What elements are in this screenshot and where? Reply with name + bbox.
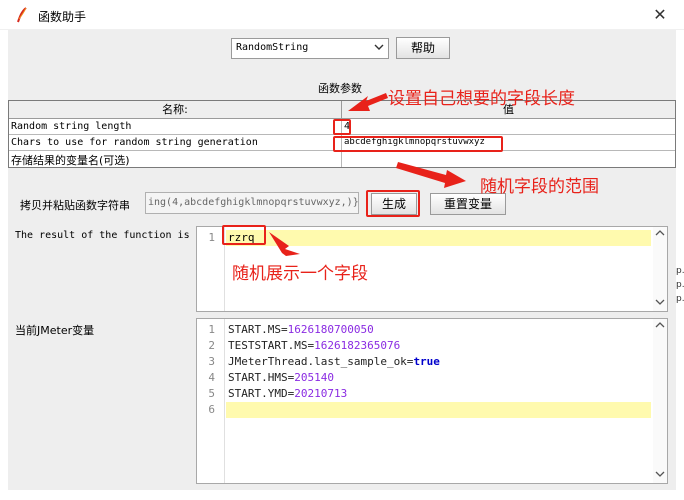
- line-number: 2: [208, 339, 215, 352]
- annotation-result: 随机展示一个字段: [232, 264, 368, 284]
- close-button[interactable]: ✕: [648, 4, 672, 26]
- chevron-up-icon[interactable]: [653, 321, 667, 332]
- code-line[interactable]: TESTSTART.MS=1626182365076: [228, 339, 400, 352]
- current-line-highlight: [226, 402, 651, 418]
- code-line[interactable]: START.MS=1626180700050: [228, 323, 374, 336]
- var-value: 20210713: [294, 387, 348, 400]
- function-string-label: 拷贝并粘贴函数字符串: [20, 199, 130, 212]
- var-value: 1626180700050: [287, 323, 374, 336]
- param-name: 存储结果的变量名(可选): [11, 154, 130, 167]
- right-edge: [676, 30, 684, 500]
- title-bar: 函数助手 ✕: [0, 0, 684, 30]
- result-highlight-box: [222, 225, 266, 245]
- range-highlight-box: [333, 136, 503, 152]
- line-number: 4: [208, 371, 215, 384]
- result-label: The result of the function is: [15, 230, 190, 241]
- window-title: 函数助手: [38, 10, 87, 24]
- feather-icon: [17, 7, 27, 23]
- params-section-label: 函数参数: [318, 82, 362, 95]
- param-name: Random string length: [11, 121, 132, 132]
- line-number: 3: [208, 355, 215, 368]
- chevron-down-icon[interactable]: [653, 298, 667, 309]
- chevron-down-icon[interactable]: [653, 470, 667, 481]
- code-line[interactable]: START.HMS=205140: [228, 371, 334, 384]
- chevron-down-icon: [374, 42, 384, 55]
- function-select[interactable]: RandomString: [231, 38, 389, 59]
- line-number: 1: [208, 231, 215, 244]
- length-highlight-box: [333, 119, 351, 135]
- var-value: true: [413, 355, 440, 368]
- clipped-text: p.: [676, 266, 684, 276]
- clipped-text: p.: [676, 294, 684, 304]
- code-line[interactable]: START.YMD=20210713: [228, 387, 347, 400]
- code-line[interactable]: JMeterThread.last_sample_ok=true: [228, 355, 440, 368]
- function-helper-window: 函数助手 ✕ p. p. p. RandomString 帮助 函数参数 名称:…: [0, 0, 684, 500]
- function-string-field[interactable]: ing(4,abcdefghigklmnopqrstuvwxyz,)}: [145, 192, 359, 214]
- var-key: START.YMD=: [228, 387, 295, 400]
- col-header-name[interactable]: 名称:: [9, 101, 342, 119]
- annotation-range: 随机字段的范围: [480, 177, 599, 197]
- var-value: 1626182365076: [314, 339, 401, 352]
- annotation-length: 设置自己想要的字段长度: [388, 89, 575, 109]
- var-key: TESTSTART.MS=: [228, 339, 315, 352]
- clipped-text: p.: [676, 280, 684, 290]
- vars-scrollbar[interactable]: [653, 319, 667, 483]
- var-key: JMeterThread.last_sample_ok=: [228, 355, 414, 368]
- var-key: START.HMS=: [228, 371, 295, 384]
- line-number: 5: [208, 387, 215, 400]
- table-row[interactable]: 存储结果的变量名(可选): [9, 151, 675, 167]
- param-name: Chars to use for random string generatio…: [11, 137, 258, 148]
- jmeter-vars-editor[interactable]: 1 START.MS=1626180700050 2 TESTSTART.MS=…: [196, 318, 668, 484]
- line-number: 6: [208, 403, 215, 416]
- var-key: START.MS=: [228, 323, 288, 336]
- var-value: 205140: [294, 371, 334, 384]
- current-line-highlight: [226, 230, 651, 246]
- chevron-up-icon[interactable]: [653, 229, 667, 240]
- jmeter-vars-label: 当前JMeter变量: [15, 324, 95, 337]
- result-scrollbar[interactable]: [653, 227, 667, 311]
- line-number: 1: [208, 323, 215, 336]
- generate-highlight-box: [366, 190, 420, 217]
- function-select-value: RandomString: [236, 42, 309, 53]
- help-button[interactable]: 帮助: [396, 37, 450, 59]
